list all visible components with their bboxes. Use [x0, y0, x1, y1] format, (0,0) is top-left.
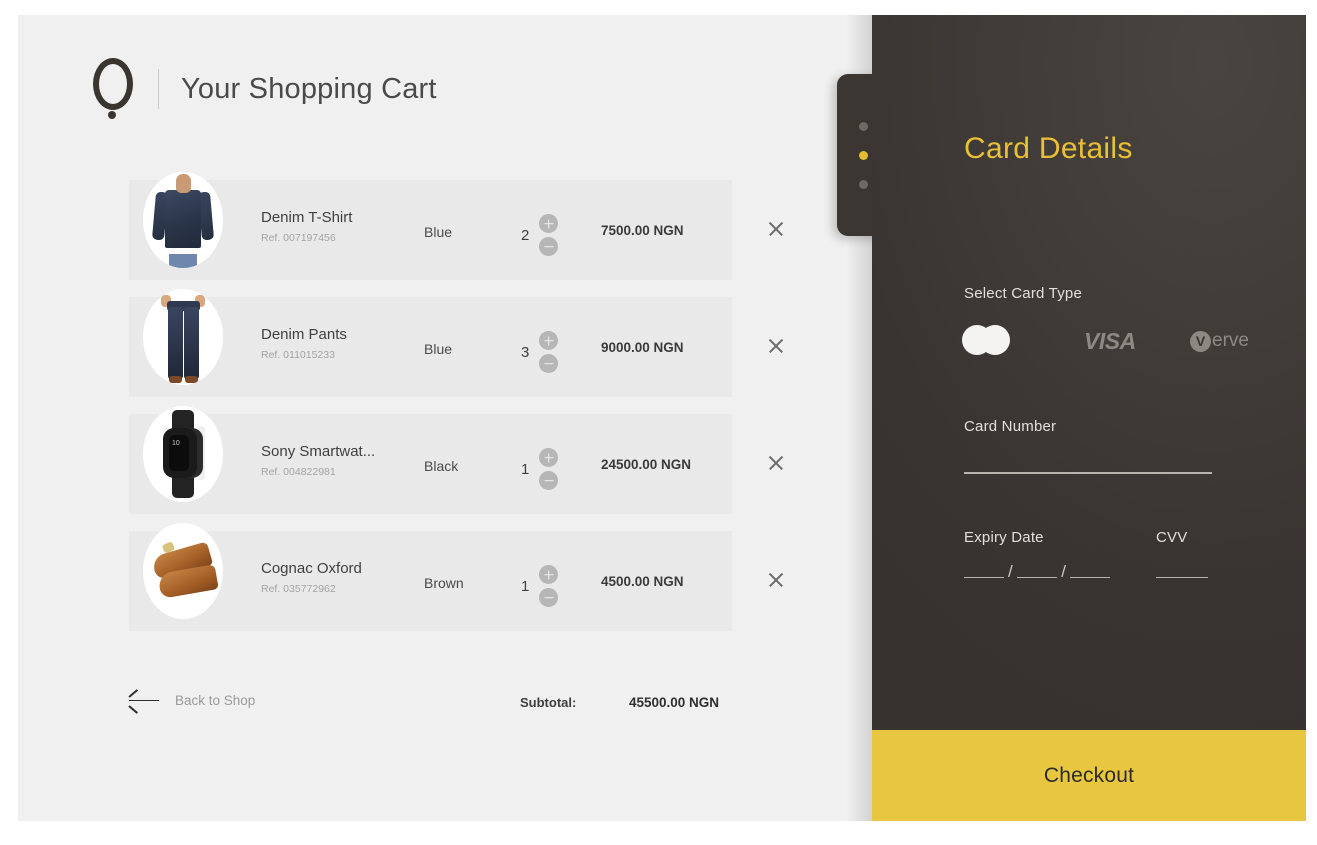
- select-card-type-label: Select Card Type: [964, 285, 1082, 302]
- cart-footer: Back to Shop Subtotal: 45500.00 NGN: [128, 683, 732, 729]
- item-color: Blue: [424, 341, 453, 357]
- expiry-date-input[interactable]: / /: [964, 562, 1111, 581]
- page-title: Your Shopping Cart: [181, 72, 437, 105]
- expiry-separator-1: /: [1008, 562, 1014, 581]
- item-price: 9000.00 NGN: [601, 340, 684, 355]
- item-quantity: 3: [521, 343, 530, 361]
- expiry-part-1[interactable]: [964, 565, 1004, 578]
- visa-icon[interactable]: VISA: [1084, 328, 1136, 355]
- increase-quantity-button[interactable]: [539, 565, 559, 584]
- item-reference: Ref. 011015233: [261, 349, 335, 361]
- denim-pants-thumbnail: [143, 289, 223, 385]
- item-info: Denim T-Shirt Ref. 007197456: [261, 208, 411, 245]
- table-row[interactable]: Denim T-Shirt Ref. 007197456 Blue 2 7500…: [129, 172, 732, 280]
- item-color: Brown: [424, 575, 464, 591]
- verve-icon[interactable]: V erve: [1190, 330, 1249, 352]
- increase-quantity-button[interactable]: [539, 214, 559, 233]
- item-price: 4500.00 NGN: [601, 574, 684, 589]
- page-header: Your Shopping Cart: [90, 58, 437, 120]
- subtotal-label: Subtotal:: [520, 695, 577, 710]
- expiry-part-3[interactable]: [1070, 565, 1111, 578]
- card-details-title: Card Details: [964, 132, 1133, 165]
- item-price: 24500.00 NGN: [601, 457, 692, 472]
- item-quantity: 2: [521, 226, 530, 244]
- item-name: Cognac Oxford: [261, 560, 362, 577]
- arrow-left-icon: [128, 688, 159, 714]
- expiry-separator-2: /: [1061, 562, 1067, 581]
- smartwatch-thumbnail: 10: [143, 406, 223, 502]
- logo-ring: [93, 58, 133, 110]
- item-info: Cognac Oxford Ref. 035772962: [261, 559, 411, 596]
- card-number-input[interactable]: [964, 472, 1212, 474]
- expiry-date-label: Expiry Date: [964, 529, 1044, 546]
- item-price: 7500.00 NGN: [601, 223, 684, 238]
- remove-item-close-icon[interactable]: [763, 333, 789, 359]
- verve-mark: V: [1190, 330, 1211, 352]
- item-reference: Ref. 007197456: [261, 232, 336, 244]
- checkout-button-label: Checkout: [1043, 763, 1135, 787]
- item-reference: Ref. 004822981: [261, 466, 336, 478]
- quantity-stepper: 1: [521, 565, 559, 607]
- checkout-button[interactable]: Checkout: [872, 730, 1306, 821]
- item-quantity: 1: [521, 577, 530, 595]
- item-name: Denim Pants: [261, 326, 347, 343]
- side-tab-dot-1[interactable]: [858, 121, 868, 131]
- item-name: Denim T-Shirt: [261, 209, 353, 226]
- item-reference: Ref. 035772962: [261, 583, 336, 595]
- item-quantity: 1: [521, 460, 530, 478]
- remove-item-close-icon[interactable]: [763, 567, 789, 593]
- cart-item-list: Denim T-Shirt Ref. 007197456 Blue 2 7500…: [129, 172, 732, 648]
- increase-quantity-button[interactable]: [539, 448, 559, 467]
- increase-quantity-button[interactable]: [539, 331, 559, 350]
- item-name: Sony Smartwat...: [261, 443, 376, 460]
- denim-shirt-thumbnail: [143, 172, 223, 268]
- item-color: Blue: [424, 224, 453, 240]
- table-row[interactable]: 10 Sony Smartwat... Ref. 004822981 Black…: [129, 406, 732, 514]
- table-row[interactable]: Cognac Oxford Ref. 035772962 Brown 1 450…: [129, 523, 732, 631]
- card-details-panel: Card Details Select Card Type VISA V erv…: [872, 15, 1306, 821]
- remove-item-close-icon[interactable]: [763, 450, 789, 476]
- quantity-stepper: 3: [521, 331, 559, 373]
- item-color: Black: [424, 458, 459, 474]
- decrease-quantity-button[interactable]: [539, 471, 559, 490]
- remove-item-close-icon[interactable]: [763, 216, 789, 242]
- decrease-quantity-button[interactable]: [539, 588, 559, 607]
- header-divider: [158, 69, 159, 109]
- decrease-quantity-button[interactable]: [539, 354, 559, 373]
- card-type-options: VISA V erve: [962, 323, 1249, 361]
- table-row[interactable]: Denim Pants Ref. 011015233 Blue 3 9000.0…: [129, 289, 732, 397]
- expiry-part-2[interactable]: [1017, 565, 1058, 578]
- back-to-shop-label: Back to Shop: [175, 693, 256, 708]
- card-number-label: Card Number: [964, 418, 1057, 435]
- q-logo-icon: [90, 58, 136, 120]
- cvv-blank[interactable]: [1156, 565, 1208, 578]
- item-info: Sony Smartwat... Ref. 004822981: [261, 442, 411, 479]
- oxford-shoe-thumbnail: [143, 523, 223, 619]
- quantity-stepper: 1: [521, 448, 559, 490]
- verve-label: erve: [1212, 330, 1249, 351]
- subtotal-value: 45500.00 NGN: [629, 695, 720, 710]
- item-info: Denim Pants Ref. 011015233: [261, 325, 411, 362]
- decrease-quantity-button[interactable]: [539, 237, 559, 256]
- app-root: Your Shopping Cart Denim T-Shirt Ref. 00…: [0, 0, 1317, 845]
- side-tab-dot-2[interactable]: [858, 150, 868, 160]
- mastercard-icon[interactable]: [962, 325, 1010, 355]
- cvv-label: CVV: [1156, 529, 1188, 546]
- back-to-shop-link[interactable]: Back to Shop: [128, 688, 256, 714]
- cvv-input[interactable]: [1156, 565, 1208, 578]
- quantity-stepper: 2: [521, 214, 559, 256]
- logo-dot: [108, 111, 116, 119]
- side-tab-dot-3[interactable]: [858, 179, 868, 189]
